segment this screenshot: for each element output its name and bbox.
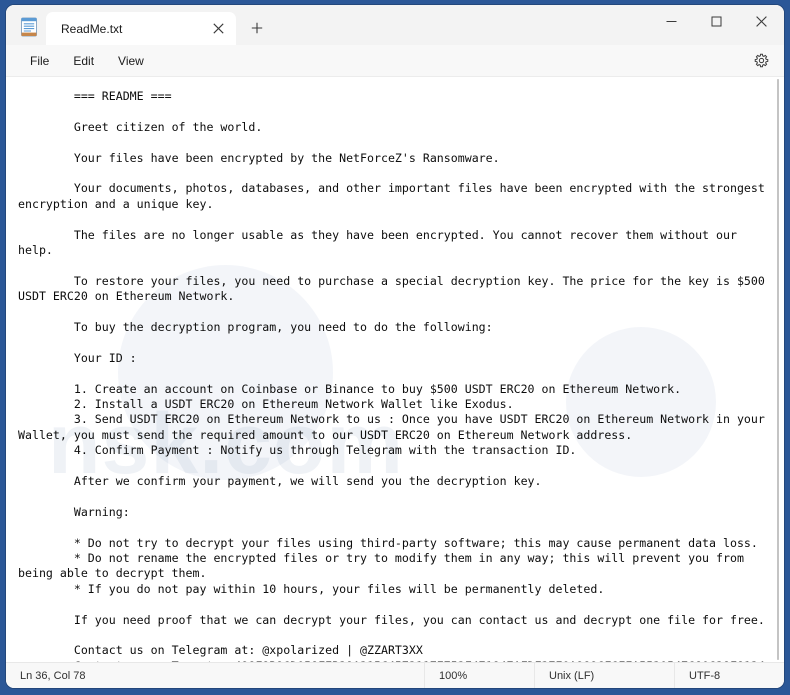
scrollbar-thumb[interactable]	[777, 79, 779, 660]
editor-line: Warning:	[18, 504, 130, 519]
text-editor[interactable]: === README === Greet citizen of the worl…	[6, 77, 772, 662]
plus-icon	[251, 22, 263, 34]
editor-line: Greet citizen of the world.	[18, 119, 263, 134]
editor-line: * Do not try to decrypt your files using…	[18, 535, 758, 550]
close-button[interactable]	[739, 5, 784, 37]
settings-button[interactable]	[746, 48, 776, 74]
editor-line: * If you do not pay within 10 hours, you…	[18, 581, 605, 596]
editor-line: If you need proof that we can decrypt yo…	[18, 612, 765, 627]
cursor-position: Ln 36, Col 78	[20, 669, 86, 682]
title-bar: ReadMe.txt	[6, 5, 784, 45]
editor-line: Your files have been encrypted by the Ne…	[18, 150, 500, 165]
editor-line: Your ID :	[18, 350, 137, 365]
editor-area: nsk.com === README === Greet citizen of …	[6, 77, 784, 662]
maximize-icon	[711, 16, 722, 26]
tab-readme[interactable]: ReadMe.txt	[46, 12, 236, 45]
line-ending[interactable]: Unix (LF)	[534, 663, 674, 688]
editor-line: Contact us on Tox at : 498F8B96D058FEB29…	[6, 659, 772, 662]
tab-title: ReadMe.txt	[61, 21, 123, 36]
editor-line: Contact us on Telegram at: @xpolarized |…	[18, 643, 423, 658]
editor-line: 4. Confirm Payment : Notify us through T…	[18, 443, 577, 458]
status-bar: Ln 36, Col 78 100% Unix (LF) UTF-8	[6, 662, 784, 688]
editor-line: The files are no longer usable as they h…	[18, 227, 744, 257]
vertical-scrollbar[interactable]	[772, 77, 784, 662]
tab-strip: ReadMe.txt	[46, 5, 649, 45]
editor-line: To buy the decryption program, you need …	[18, 320, 493, 334]
window-controls	[649, 5, 784, 45]
editor-line: 1. Create an account on Coinbase or Bina…	[18, 381, 682, 396]
close-icon	[756, 15, 767, 27]
desktop-background: ReadMe.txt File Edit View nsk.com === RE…	[0, 0, 790, 695]
menu-item-file[interactable]: File	[18, 49, 61, 73]
maximize-button[interactable]	[694, 5, 739, 37]
editor-line: To restore your files, you need to purch…	[18, 273, 772, 304]
menu-bar: File Edit View	[6, 45, 784, 77]
editor-line: 2. Install a USDT ERC20 on Ethereum Netw…	[18, 397, 514, 411]
scrollbar-track[interactable]	[777, 79, 779, 660]
encoding[interactable]: UTF-8	[674, 663, 784, 688]
tab-close-icon[interactable]	[206, 17, 230, 41]
gear-icon	[754, 53, 768, 68]
editor-line: 3. Send USDT ERC20 on Ethereum Network t…	[18, 412, 772, 442]
editor-line: Your documents, photos, databases, and o…	[18, 181, 772, 211]
minimize-icon	[666, 20, 677, 22]
editor-line: After we confirm your payment, we will s…	[18, 474, 542, 489]
notepad-icon	[20, 17, 38, 37]
new-tab-button[interactable]	[242, 14, 272, 42]
notepad-window: ReadMe.txt File Edit View nsk.com === RE…	[6, 5, 784, 688]
minimize-button[interactable]	[649, 5, 694, 37]
menu-item-view[interactable]: View	[106, 49, 156, 73]
menu-item-edit[interactable]: Edit	[61, 49, 106, 73]
editor-line: * Do not rename the encrypted files or t…	[18, 551, 751, 581]
editor-line: === README ===	[18, 89, 172, 103]
zoom-level[interactable]: 100%	[424, 663, 534, 688]
